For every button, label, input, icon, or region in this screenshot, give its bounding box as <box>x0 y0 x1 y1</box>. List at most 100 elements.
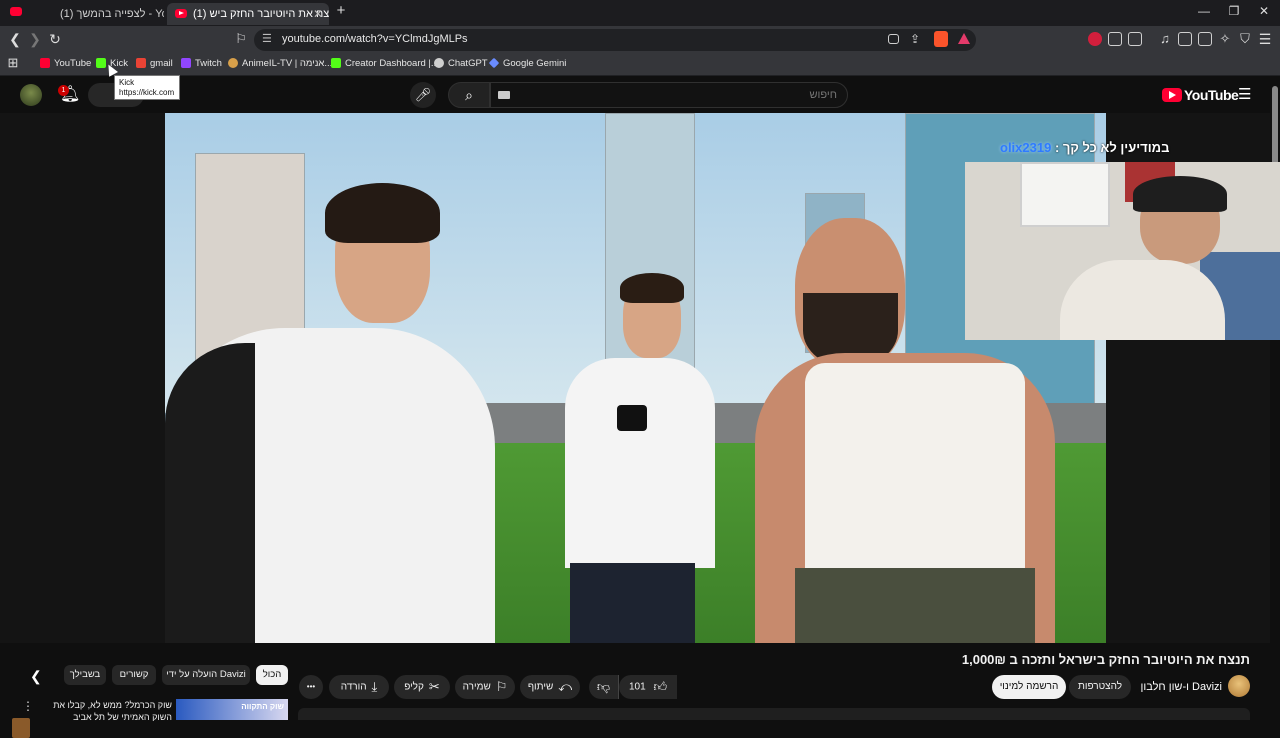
youtube-header: 🔔︎ 1 יצירה 🎤︎ ⌕ YouTube ☰ <box>0 77 1280 113</box>
rewards-icon[interactable] <box>958 33 970 44</box>
guide-menu-icon[interactable]: ☰ <box>1238 85 1251 103</box>
vpn-shield-icon[interactable]: ⛉ <box>1236 31 1254 47</box>
chevron-left-icon[interactable]: ❮ <box>30 668 42 685</box>
page-scrollbar[interactable] <box>1272 86 1278 166</box>
bookmark-label: Creator Dashboard |... <box>345 58 439 69</box>
tooltip-url: https://kick.com <box>119 88 175 97</box>
phone-icon <box>617 405 647 431</box>
overlay-handle: olix2319 <box>1000 140 1052 155</box>
bookmark-label: YouTube <box>54 58 92 69</box>
channel-avatar[interactable] <box>1228 675 1250 697</box>
like-button[interactable]: 101 👍︎ <box>619 675 677 699</box>
site-settings-icon[interactable]: ☰ <box>262 32 272 45</box>
thumbs-down-icon: 👎︎ <box>596 679 611 694</box>
address-bar: ❮ ❯ ↻ ⚐ ☰ youtube.com/watch?v=YClmdJgMLP… <box>0 26 1280 54</box>
save-button[interactable]: שמירה ⚐ <box>455 675 515 699</box>
youtube-tab-icon <box>175 9 187 18</box>
extensions-icon[interactable] <box>1108 32 1122 46</box>
description-box[interactable] <box>298 708 1250 720</box>
bookmark-creator-dashboard[interactable]: Creator Dashboard |... <box>331 58 439 69</box>
apps-grid-icon[interactable]: ⊞ <box>4 55 22 71</box>
sidebar-icon[interactable] <box>1178 32 1192 46</box>
anime-icon <box>228 58 238 68</box>
bookmark-animeil[interactable]: AnimeIL-TV | אנימה... <box>228 58 332 69</box>
tab-watch-later[interactable]: (1) לצפייה בהמשך - YouTube <box>34 3 164 25</box>
save-label: שמירה <box>462 681 491 693</box>
brave-shield-icon[interactable] <box>934 31 948 47</box>
search-button[interactable]: ⌕ <box>448 82 490 108</box>
browser-tab-strip: (1) לצפייה בהמשך - YouTube (1) תנצח את ה… <box>0 0 1280 26</box>
tab-label: (1) לצפייה בהמשך - YouTube <box>60 8 164 20</box>
chatgpt-icon <box>434 58 444 68</box>
bookmark-youtube[interactable]: YouTube <box>40 58 91 69</box>
bookmark-gmail[interactable]: gmail <box>136 58 173 69</box>
tooltip-title: Kick <box>119 78 135 87</box>
extension-red-icon[interactable] <box>1088 32 1102 46</box>
menu-icon[interactable]: ☰ <box>1256 31 1274 48</box>
close-tab-icon[interactable]: ✕ <box>313 3 323 25</box>
video-title: תנצח את היוטיובר החזק בישראל ותזכה ב 1,0… <box>961 652 1250 667</box>
bookmark-label: ChatGPT <box>448 58 488 69</box>
more-actions-button[interactable]: ••• <box>299 675 323 699</box>
share-icon[interactable]: ⇪ <box>910 32 920 46</box>
downloads-icon[interactable] <box>1128 32 1142 46</box>
kick-icon <box>331 58 341 68</box>
overlay-caption: במודיעין לא כל קך <box>1062 140 1170 155</box>
headphones-icon <box>1133 176 1227 212</box>
youtube-icon <box>40 58 50 68</box>
chip-for-you[interactable]: בשבילך <box>64 665 106 685</box>
dislike-button[interactable]: 👎︎ <box>589 675 619 699</box>
notification-badge: 1 <box>58 85 69 96</box>
bookmark-label: AnimeIL-TV | אנימה... <box>242 58 333 69</box>
minimize-button[interactable]: — <box>1194 4 1214 18</box>
channel-name[interactable]: Davizi ו-שון חלבון <box>1140 681 1222 693</box>
bookmark-tooltip: Kick https://kick.com <box>114 75 180 100</box>
youtube-logo[interactable]: YouTube <box>1162 87 1239 103</box>
stream-overlay-text: במודיעין לא כל קך : olix2319 <box>1000 140 1170 155</box>
url-field[interactable]: ☰ youtube.com/watch?v=YClmdJgMLPs ⇪ <box>254 29 976 51</box>
tab-current-video[interactable]: (1) תנצח את היוטיובר החזק ביש ✕ <box>167 3 329 25</box>
bookmark-chatgpt[interactable]: ChatGPT <box>434 58 488 69</box>
twitch-icon <box>181 58 191 68</box>
thumbs-up-icon: 👍︎ <box>653 679 668 694</box>
download-button[interactable]: הורדה ⤓ <box>329 675 389 699</box>
back-icon[interactable]: ❮ <box>6 31 24 48</box>
bookmark-twitch[interactable]: Twitch <box>181 58 222 69</box>
download-label: הורדה <box>340 681 367 693</box>
keyboard-icon[interactable] <box>498 91 510 99</box>
chip-related[interactable]: קשורים <box>112 665 156 685</box>
bookmark-gemini[interactable]: Google Gemini <box>488 57 566 69</box>
gmail-icon <box>136 58 146 68</box>
restore-button[interactable]: ❐ <box>1224 4 1244 18</box>
bookmark-label: Twitch <box>195 58 222 69</box>
recommended-thumbnail[interactable]: שוק התקווה <box>176 699 288 720</box>
wallet-icon[interactable] <box>1198 32 1212 46</box>
clip-button[interactable]: קליפ ✂ <box>394 675 450 699</box>
new-tab-button[interactable]: + <box>331 2 351 19</box>
avatar[interactable] <box>20 84 42 106</box>
webcam-window <box>1020 162 1110 227</box>
close-window-button[interactable]: ✕ <box>1254 4 1274 18</box>
recommended-video[interactable]: ⋮ שוק הכרמל? ממש לא, קבלו את השוק האמיתי… <box>20 697 290 721</box>
youtube-favicon-icon[interactable] <box>6 4 26 19</box>
youtube-play-icon <box>1162 88 1182 102</box>
chip-all[interactable]: הכול <box>256 665 288 685</box>
save-icon: ⚐ <box>495 679 508 694</box>
bookmark-icon[interactable]: ⚐ <box>232 31 250 47</box>
subscribe-button[interactable]: הרשמה למינוי <box>992 675 1066 699</box>
voice-search-icon[interactable]: 🎤︎ <box>410 82 436 108</box>
join-button[interactable]: להצטרפות <box>1069 675 1131 699</box>
media-icon[interactable]: ♫ <box>1156 31 1174 46</box>
search-input[interactable] <box>521 86 837 104</box>
like-count: 101 <box>629 681 646 693</box>
share-button[interactable]: שיתוף ⤺ <box>520 675 580 699</box>
chip-uploaded-by[interactable]: הועלה על ידי Davizi <box>162 665 250 685</box>
logo-text: YouTube <box>1184 87 1239 103</box>
more-options-icon[interactable]: ⋮ <box>22 699 34 713</box>
cast-icon[interactable] <box>888 34 899 44</box>
reload-icon[interactable]: ↻ <box>46 31 64 48</box>
forward-icon[interactable]: ❯ <box>26 31 44 48</box>
leo-ai-icon[interactable]: ✧ <box>1216 31 1234 47</box>
recommended-title: שוק הכרמל? ממש לא, קבלו את השוק האמיתי ש… <box>53 700 172 721</box>
share-label: שיתוף <box>527 681 554 693</box>
